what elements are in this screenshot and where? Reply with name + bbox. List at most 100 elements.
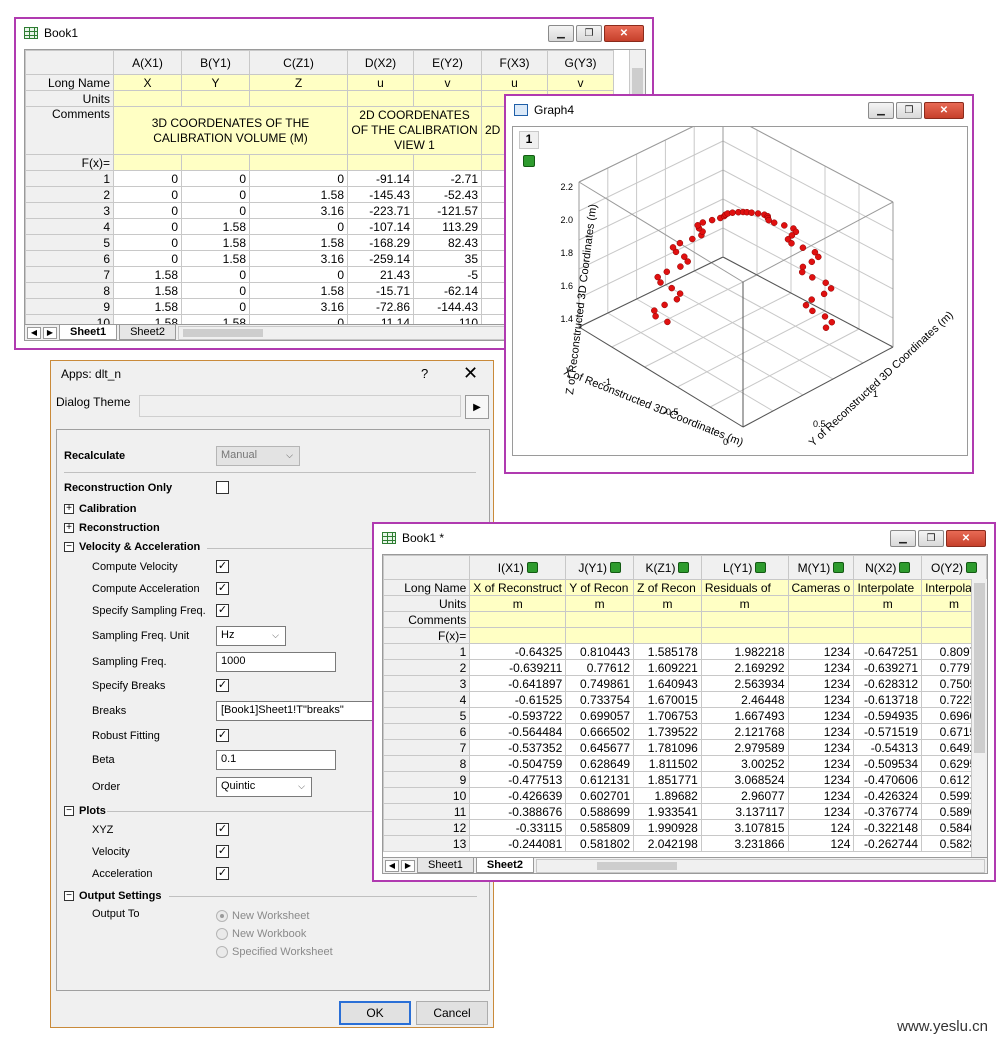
units-cell[interactable]: m [469,595,567,612]
dialog-theme-combo[interactable] [139,395,461,417]
long-name-cell[interactable]: Interpolate [853,579,923,596]
table-row[interactable]: 10 -0.426639 0.602701 1.89682 2.96077 1234 -0.… [383,787,987,804]
table-row[interactable]: 4 -0.61525 0.733754 1.670015 2.46448 1234 -0.6… [383,691,987,708]
data-cell[interactable]: 0 [113,170,182,187]
row-number-cell[interactable]: 5 [383,707,471,724]
data-cell[interactable]: -5 [413,266,482,283]
breaks-input[interactable]: [Book1]Sheet1!T"breaks" [216,701,376,721]
data-cell[interactable]: -0.244081 [469,835,567,852]
row-number-cell[interactable]: 6 [383,723,471,740]
comments-cell[interactable] [469,611,567,628]
data-cell[interactable]: 1234 [787,723,855,740]
data-cell[interactable]: -259.14 [347,250,414,267]
data-cell[interactable]: 1234 [787,803,855,820]
data-cell[interactable]: 3.231866 [700,835,789,852]
row-number-cell[interactable]: 4 [383,691,471,708]
row-label-fx[interactable]: F(x)= [383,627,471,644]
data-cell[interactable]: 1.933541 [633,803,702,820]
row-number-cell[interactable]: 3 [25,202,114,219]
col-header[interactable]: D(X2) [347,50,414,75]
table-row[interactable]: 9 -0.477513 0.612131 1.851771 3.068524 1234 -0… [383,771,987,788]
long-name-cell[interactable]: Z [249,74,348,91]
expand-calibration-icon[interactable]: + [64,504,74,514]
data-cell[interactable]: 1.58 [181,250,250,267]
data-cell[interactable]: -0.647251 [853,643,923,660]
graph4-window[interactable]: Graph4 ▁ ❐ ✕ 1 2.2 2.0 1.8 1.6 1.4 0 -0.5 -1 0.5… [504,94,974,474]
row-label-fx[interactable]: F(x)= [25,154,114,171]
row-label-comments[interactable]: Comments [383,611,471,628]
row-number-cell[interactable]: 13 [383,835,471,852]
data-cell[interactable]: 2.169292 [700,659,789,676]
data-cell[interactable]: 1.990928 [633,819,702,836]
fx-cell[interactable] [347,154,414,171]
data-cell[interactable]: 0.699057 [565,707,635,724]
col-header[interactable]: I(X1) [469,555,567,580]
data-cell[interactable]: 1.781096 [633,739,702,756]
data-cell[interactable]: -0.54313 [853,739,923,756]
data-cell[interactable]: 1.811502 [633,755,702,772]
data-cell[interactable]: -107.14 [347,218,414,235]
comments-cell[interactable] [853,611,923,628]
long-name-cell[interactable]: u [347,74,414,91]
robust-fitting-checkbox[interactable]: ✓ [216,729,229,742]
data-cell[interactable]: -121.57 [413,202,482,219]
data-cell[interactable]: -0.477513 [469,771,567,788]
table-row[interactable]: 6 -0.564484 0.666502 1.739522 2.121768 1234 -0… [383,723,987,740]
row-number-cell[interactable]: 9 [25,298,114,315]
data-cell[interactable]: 0 [249,218,348,235]
data-cell[interactable]: -0.639211 [469,659,567,676]
compute-acceleration-checkbox[interactable]: ✓ [216,582,229,595]
next-sheet-arrow-icon[interactable]: ▶ [401,859,415,872]
data-cell[interactable]: -0.509534 [853,755,923,772]
row-number-cell[interactable]: 6 [25,250,114,267]
fx-cell[interactable] [181,154,250,171]
fx-cell[interactable] [633,627,702,644]
data-cell[interactable]: -0.61525 [469,691,567,708]
data-cell[interactable]: 1.58 [113,298,182,315]
data-cell[interactable]: 124 [787,835,855,852]
data-cell[interactable]: 1234 [787,659,855,676]
data-cell[interactable]: 0.581802 [565,835,635,852]
row-number-cell[interactable]: 3 [383,675,471,692]
tab-sheet2[interactable]: Sheet2 [475,858,534,873]
book1-star-grid[interactable]: I(X1) J(Y1) K(Z1) L(Y1) M(Y1) N(X2) O(Y2… [383,555,987,852]
table-row[interactable]: 8 -0.504759 0.628649 1.811502 3.00252 1234 -0.… [383,755,987,772]
minimize-button[interactable]: ▁ [548,25,574,42]
plots-group[interactable]: Plots [79,805,106,817]
specify-breaks-checkbox[interactable]: ✓ [216,679,229,692]
minimize-button[interactable]: ▁ [868,102,894,119]
new-worksheet-radio[interactable] [216,910,228,922]
order-combo[interactable]: Quintic ⌵ [216,777,312,797]
row-label-long-name[interactable]: Long Name [383,579,471,596]
col-header[interactable]: F(X3) [481,50,548,75]
units-cell[interactable] [249,90,348,107]
ok-button[interactable]: OK [339,1001,411,1025]
data-cell[interactable]: 0 [113,202,182,219]
data-cell[interactable]: 0 [113,218,182,235]
restore-button[interactable]: ❐ [918,530,944,547]
data-cell[interactable]: 0.645677 [565,739,635,756]
data-cell[interactable]: 0 [113,234,182,251]
data-cell[interactable]: -0.64325 [469,643,567,660]
long-name-cell[interactable]: Z of Recon [633,579,702,596]
data-cell[interactable]: 0.749861 [565,675,635,692]
table-row[interactable]: 3 -0.641897 0.749861 1.640943 2.563934 1234 -0… [383,675,987,692]
data-cell[interactable]: 1234 [787,771,855,788]
col-header[interactable]: N(X2) [853,555,923,580]
data-cell[interactable]: 113.29 [413,218,482,235]
data-cell[interactable]: -0.426324 [853,787,923,804]
data-cell[interactable]: 1.851771 [633,771,702,788]
data-cell[interactable]: 1.58 [181,218,250,235]
close-button[interactable]: ✕ [604,25,644,42]
fx-cell[interactable] [853,627,923,644]
data-cell[interactable]: 124 [787,819,855,836]
book1-star-vertical-scrollbar[interactable] [971,579,987,857]
data-cell[interactable]: 0 [181,298,250,315]
row-number-cell[interactable]: 12 [383,819,471,836]
data-cell[interactable]: -0.537352 [469,739,567,756]
data-cell[interactable]: 1.667493 [700,707,789,724]
long-name-cell[interactable]: v [413,74,482,91]
data-cell[interactable]: 0 [181,282,250,299]
data-cell[interactable]: 1234 [787,755,855,772]
data-cell[interactable]: -0.504759 [469,755,567,772]
